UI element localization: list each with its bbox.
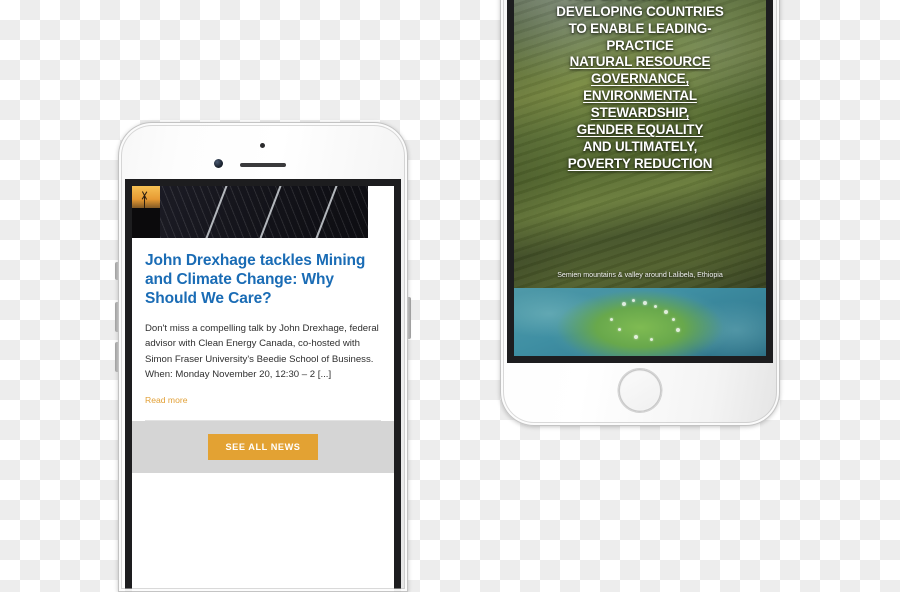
see-all-news-button[interactable]: SEE ALL NEWS: [208, 433, 318, 460]
home-button[interactable]: [618, 369, 662, 412]
left-phone-screen: John Drexhage tackles Mining and Climate…: [132, 186, 394, 592]
water-drop-icon: [634, 335, 638, 339]
hero-right-margin: [368, 186, 394, 238]
overlay-line: NATURAL RESOURCE: [569, 54, 711, 70]
water-drop-icon: [664, 310, 668, 314]
right-phone-device: EXCHANGING KNOWLEDGE AND EXPERTISE WITH …: [500, 0, 780, 426]
water-drop-icon: [643, 301, 647, 305]
overlay-line: ENVIRONMENTAL: [583, 88, 697, 104]
water-drop-icon: [672, 318, 675, 321]
article-excerpt: Don't miss a compelling talk by John Dre…: [145, 322, 379, 381]
right-phone-screen: EXCHANGING KNOWLEDGE AND EXPERTISE WITH …: [514, 0, 766, 356]
read-more-link[interactable]: Read more: [145, 395, 188, 405]
power-button[interactable]: [408, 297, 411, 339]
left-phone-device: John Drexhage tackles Mining and Climate…: [115, 122, 411, 592]
overlay-line: PRACTICE: [606, 37, 674, 53]
leaf-waterdrop-image: [514, 288, 766, 356]
overlay-line: AND ULTIMATELY,: [582, 138, 698, 154]
water-drop-icon: [610, 318, 613, 321]
mute-switch[interactable]: [115, 262, 118, 280]
article-headline[interactable]: John Drexhage tackles Mining and Climate…: [145, 252, 381, 309]
volume-up-button[interactable]: [115, 302, 118, 332]
see-all-news-band: SEE ALL NEWS: [132, 420, 394, 473]
mockup-stage: John Drexhage tackles Mining and Climate…: [0, 0, 900, 592]
overlay-line: GOVERNANCE,: [590, 71, 690, 87]
front-camera-icon: [214, 159, 223, 168]
water-drop-icon: [654, 305, 657, 308]
overlay-line: STEWARDSHIP,: [590, 105, 690, 121]
water-drop-icon: [632, 299, 635, 302]
water-drop-icon: [650, 338, 653, 341]
overlay-line: POVERTY REDUCTION: [567, 155, 713, 171]
proximity-sensor-icon: [260, 143, 265, 148]
mission-statement-overlay: EXCHANGING KNOWLEDGE AND EXPERTISE WITH …: [514, 0, 766, 173]
page-tail-whitespace: [132, 472, 394, 543]
water-drop-icon: [622, 302, 626, 306]
overlay-line: GENDER EQUALITY: [576, 122, 704, 138]
overlay-line: DEVELOPING COUNTRIES: [556, 3, 724, 19]
article-body: John Drexhage tackles Mining and Climate…: [132, 238, 394, 408]
water-drop-icon: [676, 328, 680, 332]
water-drop-icon: [618, 328, 621, 331]
mountain-landscape-image: EXCHANGING KNOWLEDGE AND EXPERTISE WITH …: [514, 0, 766, 288]
article-hero-image: [132, 186, 394, 238]
overlay-line: TO ENABLE LEADING-: [568, 20, 712, 36]
photo-caption: Semien mountains & valley around Lalibel…: [557, 271, 723, 279]
earpiece-speaker-icon: [240, 163, 286, 167]
volume-down-button[interactable]: [115, 342, 118, 372]
